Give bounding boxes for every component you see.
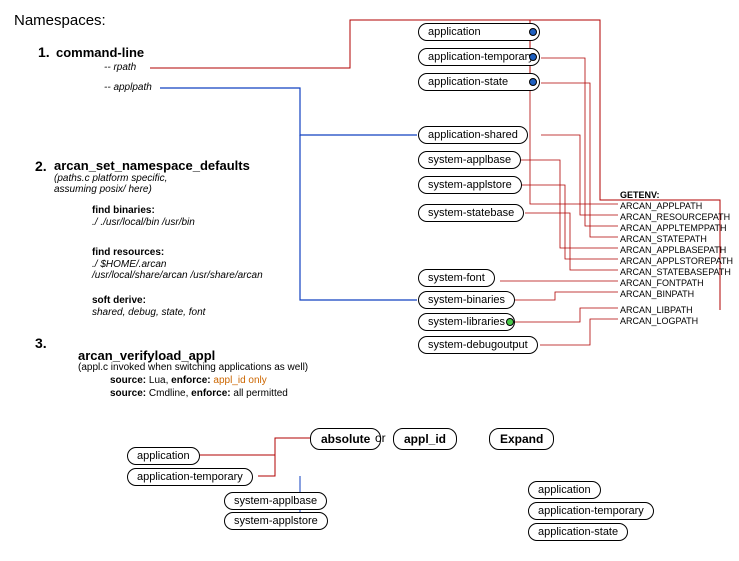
env-fontpath: ARCAN_FONTPATH [620,278,704,288]
dot-icon [529,78,537,86]
section-3-sub: (appl.c invoked when switching applicati… [78,362,308,373]
env-logpath: ARCAN_LOGPATH [620,316,698,326]
env-libpath: ARCAN_LIBPATH [620,305,693,315]
page-title: Namespaces: [14,12,106,29]
pill-system-font: system-font [418,269,495,287]
pill-right-application-temporary: application-temporary [528,502,654,520]
env-applbasepath: ARCAN_APPLBASEPATH [620,245,726,255]
pill-system-debugoutput: system-debugoutput [418,336,538,354]
pill-application-shared: application-shared [418,126,528,144]
find-binaries-head: find binaries: [92,205,155,216]
soft-derive-text: shared, debug, state, font [92,307,205,318]
section-3-line-1: source: Lua, enforce: appl_id only [110,375,267,386]
dot-icon [529,53,537,61]
section-3-line-2: source: Cmdline, enforce: all permitted [110,388,288,399]
pill-right-application: application [528,481,601,499]
soft-derive-head: soft derive: [92,295,146,306]
pill-appl-id: appl_id [393,428,457,450]
pill-system-libraries: system-libraries [418,313,515,331]
pill-bottom-application-temporary: application-temporary [127,468,253,486]
pill-system-binaries: system-binaries [418,291,515,309]
section-2-heading: arcan_set_namespace_defaults [54,158,250,173]
section-1-num: 1. [38,44,50,60]
find-resources-text-1: ./ $HOME/.arcan [92,259,166,270]
dot-icon [506,318,514,326]
section-3-heading: arcan_verifyload_appl [78,348,215,363]
arg-rpath: -- rpath [104,62,136,73]
dot-icon [529,28,537,36]
pill-system-statebase: system-statebase [418,204,524,222]
env-appltemppath: ARCAN_APPLTEMPPATH [620,223,727,233]
find-binaries-text: ./ ./usr/local/bin /usr/bin [92,217,195,228]
pill-application-state: application-state [418,73,540,91]
find-resources-text-2: /usr/local/share/arcan /usr/share/arcan [92,270,263,281]
section-2-num: 2. [35,158,47,174]
pill-bottom-system-applbase: system-applbase [224,492,327,510]
or-text: or [375,431,386,445]
pill-application-temporary: application-temporary [418,48,540,66]
env-binpath: ARCAN_BINPATH [620,289,694,299]
pill-right-application-state: application-state [528,523,628,541]
env-resourcepath: ARCAN_RESOURCEPATH [620,212,730,222]
pill-expand: Expand [489,428,554,450]
section-1-heading: command-line [56,45,144,60]
arg-applpath: -- applpath [104,82,152,93]
getenv-head: GETENV: [620,190,660,200]
pill-bottom-application: application [127,447,200,465]
pill-bottom-system-applstore: system-applstore [224,512,328,530]
section-2-sub: (paths.c platform specific, assuming pos… [54,173,167,195]
find-resources-head: find resources: [92,247,164,258]
env-applstorepath: ARCAN_APPLSTOREPATH [620,256,733,266]
pill-system-applstore: system-applstore [418,176,522,194]
env-statebasepath: ARCAN_STATEBASEPATH [620,267,731,277]
env-applpath: ARCAN_APPLPATH [620,201,702,211]
env-statepath: ARCAN_STATEPATH [620,234,707,244]
section-3-num: 3. [35,335,47,351]
pill-application: application [418,23,540,41]
pill-system-applbase: system-applbase [418,151,521,169]
pill-absolute: absolute [310,428,381,450]
